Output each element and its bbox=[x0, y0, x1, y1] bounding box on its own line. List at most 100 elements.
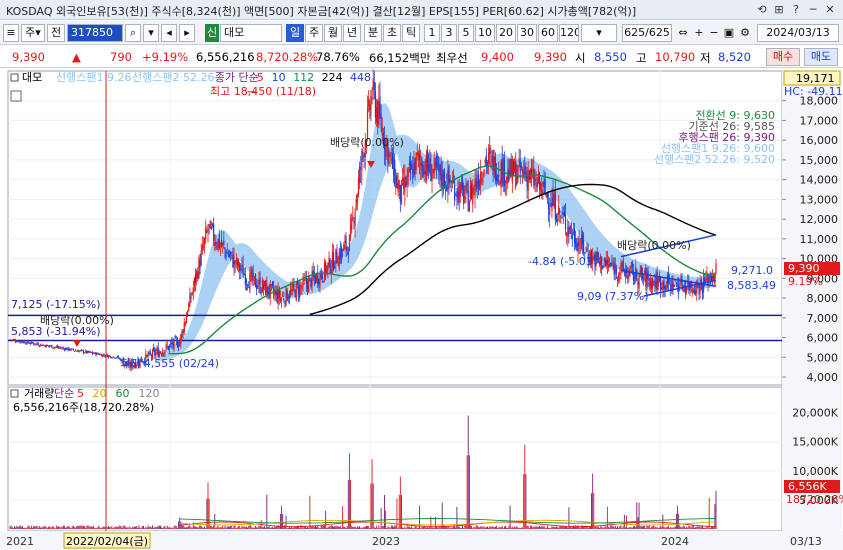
candle-body bbox=[87, 351, 89, 353]
candle-body bbox=[68, 347, 70, 351]
candle-body bbox=[675, 282, 678, 285]
candle-body bbox=[189, 293, 191, 307]
market-select[interactable]: 주▾ bbox=[21, 24, 45, 42]
candle-body bbox=[650, 282, 653, 289]
candle-body bbox=[11, 339, 13, 341]
interval-1[interactable]: 1 bbox=[424, 24, 440, 42]
zoom-in-icon[interactable]: + bbox=[692, 24, 706, 42]
candle-body bbox=[664, 285, 666, 289]
stock-name-field[interactable]: 대모 bbox=[220, 24, 282, 42]
candle-body bbox=[469, 186, 472, 199]
save-icon[interactable]: ▣ bbox=[722, 24, 736, 42]
period-year[interactable]: 년 bbox=[343, 24, 361, 42]
x-label-2021: 2021 bbox=[6, 535, 34, 548]
candle-body bbox=[277, 289, 279, 304]
period-week[interactable]: 주 bbox=[305, 24, 323, 42]
candle-body bbox=[159, 352, 162, 354]
all-button[interactable]: 전 bbox=[47, 24, 65, 42]
gear-icon[interactable]: ⚙ bbox=[738, 24, 752, 42]
candle-body bbox=[352, 216, 354, 218]
candle-body bbox=[515, 160, 517, 187]
candle-body bbox=[637, 281, 639, 285]
candle-body bbox=[485, 155, 487, 166]
candle-body bbox=[403, 177, 405, 189]
interval-5[interactable]: 5 bbox=[458, 24, 474, 42]
interval-10[interactable]: 10 bbox=[475, 24, 495, 42]
refresh-icon[interactable]: ⟲ bbox=[755, 2, 769, 17]
candle-body bbox=[161, 353, 163, 355]
buy-button[interactable]: 매수 bbox=[766, 48, 800, 66]
candle-body bbox=[198, 258, 200, 278]
candle-body bbox=[88, 350, 90, 353]
candle-body bbox=[258, 279, 260, 285]
candle-body bbox=[335, 248, 337, 265]
layout-icon[interactable]: ⊞ bbox=[772, 2, 786, 17]
candle-body bbox=[254, 274, 257, 288]
candle-body bbox=[349, 224, 352, 237]
candle-body bbox=[63, 348, 65, 350]
candle-body bbox=[261, 280, 263, 293]
period-tick[interactable]: 틱 bbox=[402, 24, 420, 42]
price-legend-item: 선행스팬1 9.26 bbox=[56, 71, 131, 84]
candle-body bbox=[340, 246, 343, 262]
candle-body bbox=[84, 352, 86, 354]
candle-body bbox=[375, 107, 378, 122]
interval-120[interactable]: 120 bbox=[559, 24, 579, 42]
interval-20[interactable]: 20 bbox=[496, 24, 516, 42]
count-field[interactable]: 625/625 bbox=[622, 24, 672, 42]
sell-button[interactable]: 매도 bbox=[804, 48, 838, 66]
search-icon[interactable]: ⌕ bbox=[125, 24, 141, 42]
max-annotation: 최고 18,450 (11/18) bbox=[210, 85, 316, 98]
candle-body bbox=[294, 290, 296, 298]
candle-body bbox=[193, 277, 196, 286]
candle-body bbox=[504, 181, 507, 183]
candle-body bbox=[571, 234, 573, 239]
minimize-icon[interactable]: ─ bbox=[806, 2, 820, 17]
interval-3[interactable]: 3 bbox=[441, 24, 457, 42]
period-day[interactable]: 일 bbox=[286, 24, 304, 42]
candle-body bbox=[59, 346, 61, 348]
candle-body bbox=[153, 347, 155, 351]
candle-body bbox=[64, 348, 67, 351]
interval-custom-select[interactable]: ▾ bbox=[581, 24, 617, 42]
candle-body bbox=[405, 181, 407, 187]
candle-body bbox=[248, 287, 250, 289]
candle-body bbox=[406, 175, 408, 186]
close-icon[interactable]: ✕ bbox=[823, 2, 837, 17]
code-input[interactable]: 317850 bbox=[67, 24, 123, 42]
candle-body bbox=[506, 176, 508, 184]
date-field[interactable]: 2024/03/13 bbox=[757, 24, 839, 42]
resistance-label: 9,271.0 bbox=[731, 264, 773, 277]
candle-body bbox=[511, 159, 513, 184]
candle-body bbox=[342, 249, 344, 251]
next-item-icon[interactable]: ▸ bbox=[179, 24, 195, 42]
period-minute[interactable]: 분 bbox=[364, 24, 382, 42]
interval-30[interactable]: 30 bbox=[517, 24, 537, 42]
candle-body bbox=[381, 127, 383, 136]
candle-body bbox=[311, 271, 313, 286]
candle-body bbox=[33, 343, 35, 345]
candle-body bbox=[305, 277, 308, 284]
candle-body bbox=[190, 296, 192, 298]
period-month[interactable]: 월 bbox=[324, 24, 342, 42]
candle-body bbox=[347, 251, 349, 255]
candle-body bbox=[692, 288, 694, 294]
help-icon[interactable]: ? bbox=[789, 2, 803, 17]
candle-body bbox=[214, 242, 216, 246]
stock-chart[interactable]: 18,00017,00016,00015,00014,00013,00012,0… bbox=[0, 69, 843, 550]
interval-60[interactable]: 60 bbox=[538, 24, 558, 42]
zoom-out-icon[interactable]: − bbox=[707, 24, 721, 42]
candle-body bbox=[226, 252, 228, 254]
period-second[interactable]: 초 bbox=[383, 24, 401, 42]
candle-body bbox=[25, 343, 27, 345]
dropdown-icon[interactable]: ▾ bbox=[143, 24, 159, 42]
candle-body bbox=[17, 341, 19, 342]
candle-body bbox=[93, 353, 95, 354]
list-icon[interactable]: ≡ bbox=[3, 24, 19, 42]
prev-item-icon[interactable]: ◂ bbox=[161, 24, 177, 42]
legend-stock-name: 대모 bbox=[22, 71, 42, 84]
candle-body bbox=[607, 264, 610, 267]
candle-body bbox=[111, 357, 113, 359]
candle-body bbox=[356, 194, 358, 204]
range-icon[interactable]: ⇔ bbox=[676, 24, 690, 42]
